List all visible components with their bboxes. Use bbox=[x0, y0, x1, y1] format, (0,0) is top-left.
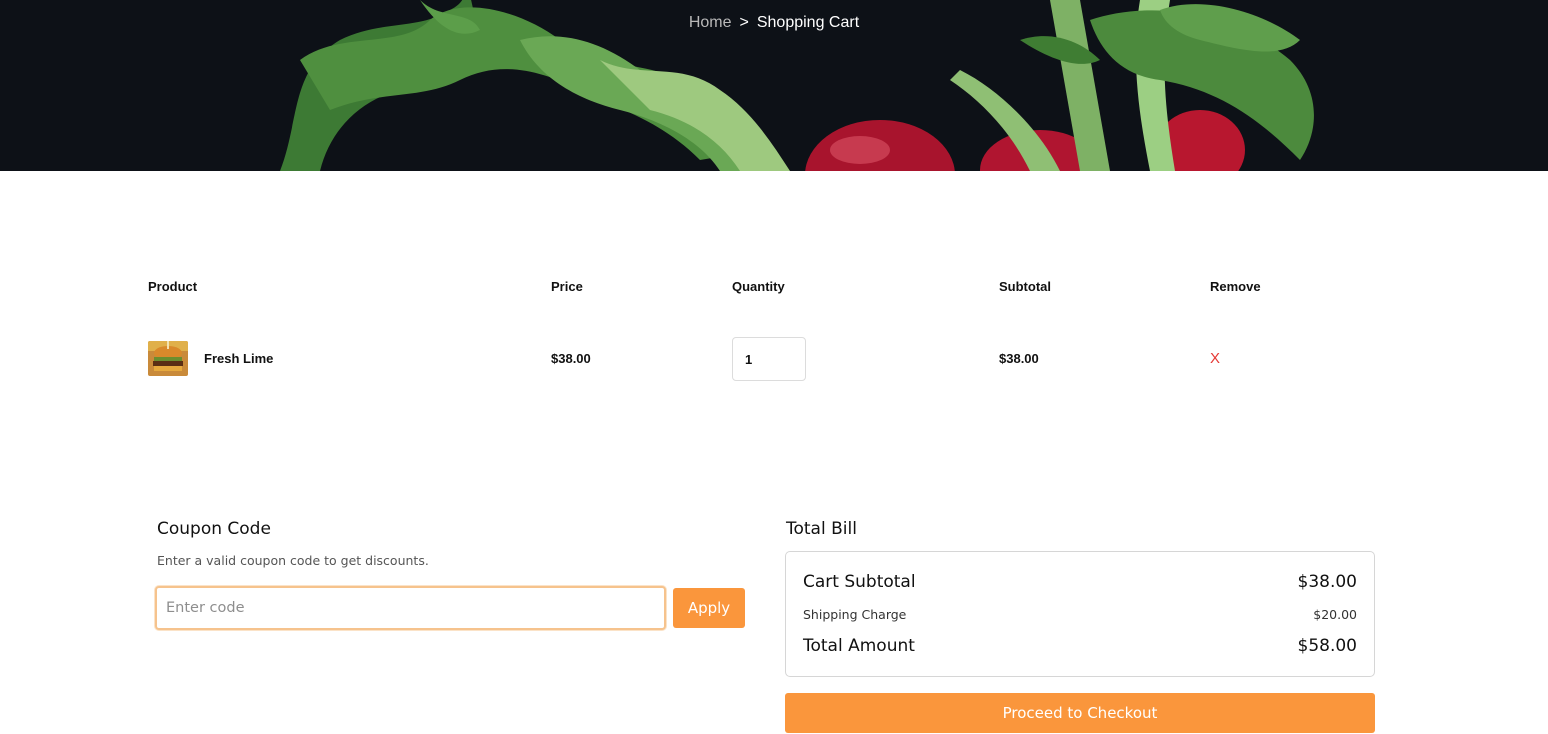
shipping-value: $20.00 bbox=[1313, 607, 1357, 622]
column-header-quantity: Quantity bbox=[732, 279, 785, 294]
shipping-label: Shipping Charge bbox=[803, 607, 907, 622]
breadcrumb-separator: > bbox=[739, 14, 749, 31]
breadcrumb-home-link[interactable]: Home bbox=[689, 14, 732, 31]
shipping-line: Shipping Charge $20.00 bbox=[803, 607, 1357, 622]
coupon-input[interactable] bbox=[155, 586, 666, 630]
table-row: Fresh Lime $38.00 $38.00 X bbox=[148, 337, 1388, 381]
total-amount-line: Total Amount $58.00 bbox=[803, 636, 1357, 656]
breadcrumb-current: Shopping Cart bbox=[756, 14, 860, 31]
breadcrumb: Home > Shopping Cart bbox=[0, 13, 1548, 33]
total-bill-title: Total Bill bbox=[786, 519, 857, 539]
bill-summary-box: Cart Subtotal $38.00 Shipping Charge $20… bbox=[785, 551, 1375, 677]
total-amount-value: $58.00 bbox=[1297, 636, 1357, 656]
quantity-input[interactable] bbox=[732, 337, 806, 381]
cart-subtotal-value: $38.00 bbox=[1297, 572, 1357, 592]
product-subtotal: $38.00 bbox=[999, 351, 1039, 366]
total-amount-label: Total Amount bbox=[803, 636, 915, 656]
coupon-subtitle: Enter a valid coupon code to get discoun… bbox=[157, 553, 429, 568]
product-name[interactable]: Fresh Lime bbox=[204, 350, 273, 368]
proceed-to-checkout-button[interactable]: Proceed to Checkout bbox=[785, 693, 1375, 733]
column-header-product: Product bbox=[148, 279, 198, 294]
cart-subtotal-line: Cart Subtotal $38.00 bbox=[803, 572, 1357, 592]
apply-coupon-button[interactable]: Apply bbox=[673, 588, 745, 628]
coupon-title: Coupon Code bbox=[157, 519, 271, 539]
hero-banner: Home > Shopping Cart bbox=[0, 0, 1548, 171]
burger-image bbox=[148, 341, 188, 376]
remove-item-button[interactable]: X bbox=[1210, 350, 1220, 368]
product-thumbnail bbox=[148, 341, 188, 376]
column-header-price: Price bbox=[551, 279, 583, 294]
column-header-remove: Remove bbox=[1210, 279, 1261, 294]
product-price: $38.00 bbox=[551, 351, 591, 366]
cart-subtotal-label: Cart Subtotal bbox=[803, 572, 916, 592]
column-header-subtotal: Subtotal bbox=[999, 279, 1051, 294]
